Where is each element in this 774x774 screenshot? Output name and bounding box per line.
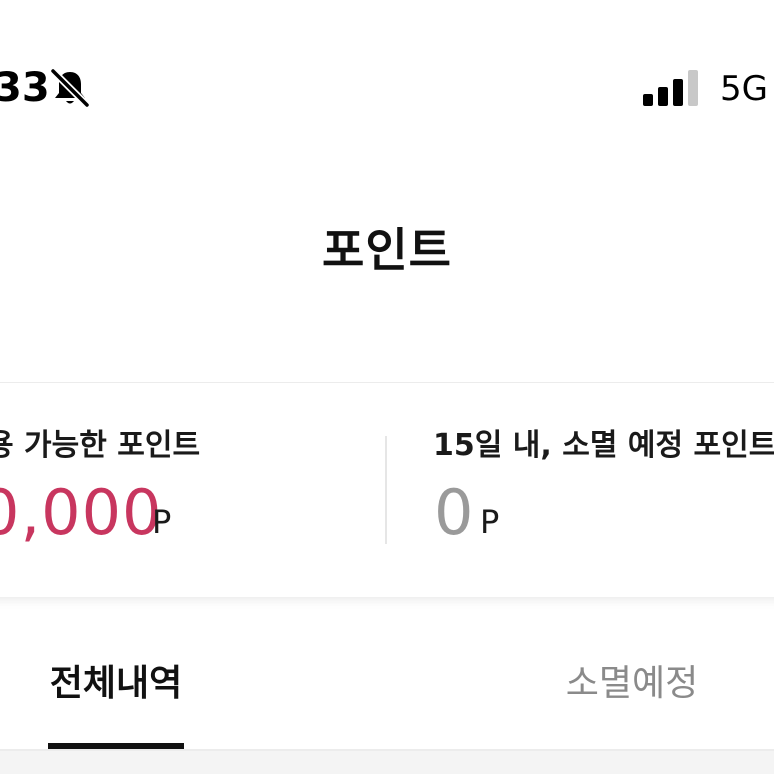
signal-icon xyxy=(643,70,698,106)
expiring-points-value: 0 xyxy=(434,476,474,549)
expiring-points-unit: P xyxy=(480,503,500,541)
available-points-value: 0,000 xyxy=(0,476,163,549)
available-points-unit: P xyxy=(152,503,172,541)
bell-off-icon xyxy=(49,67,91,109)
network-type: 5G xyxy=(720,69,768,109)
tab-expiring[interactable]: 소멸예정 xyxy=(562,658,702,710)
page-title: 포인트 xyxy=(322,223,452,277)
expiring-points-label: 15일 내, 소멸 예정 포인트 xyxy=(433,428,774,463)
tab-all-history[interactable]: 전체내역 xyxy=(48,658,184,710)
available-points-label: 용 가능한 포인트 xyxy=(0,428,201,463)
history-list-area xyxy=(0,751,774,774)
status-time: 33 xyxy=(0,65,50,111)
card-divider xyxy=(385,436,387,544)
